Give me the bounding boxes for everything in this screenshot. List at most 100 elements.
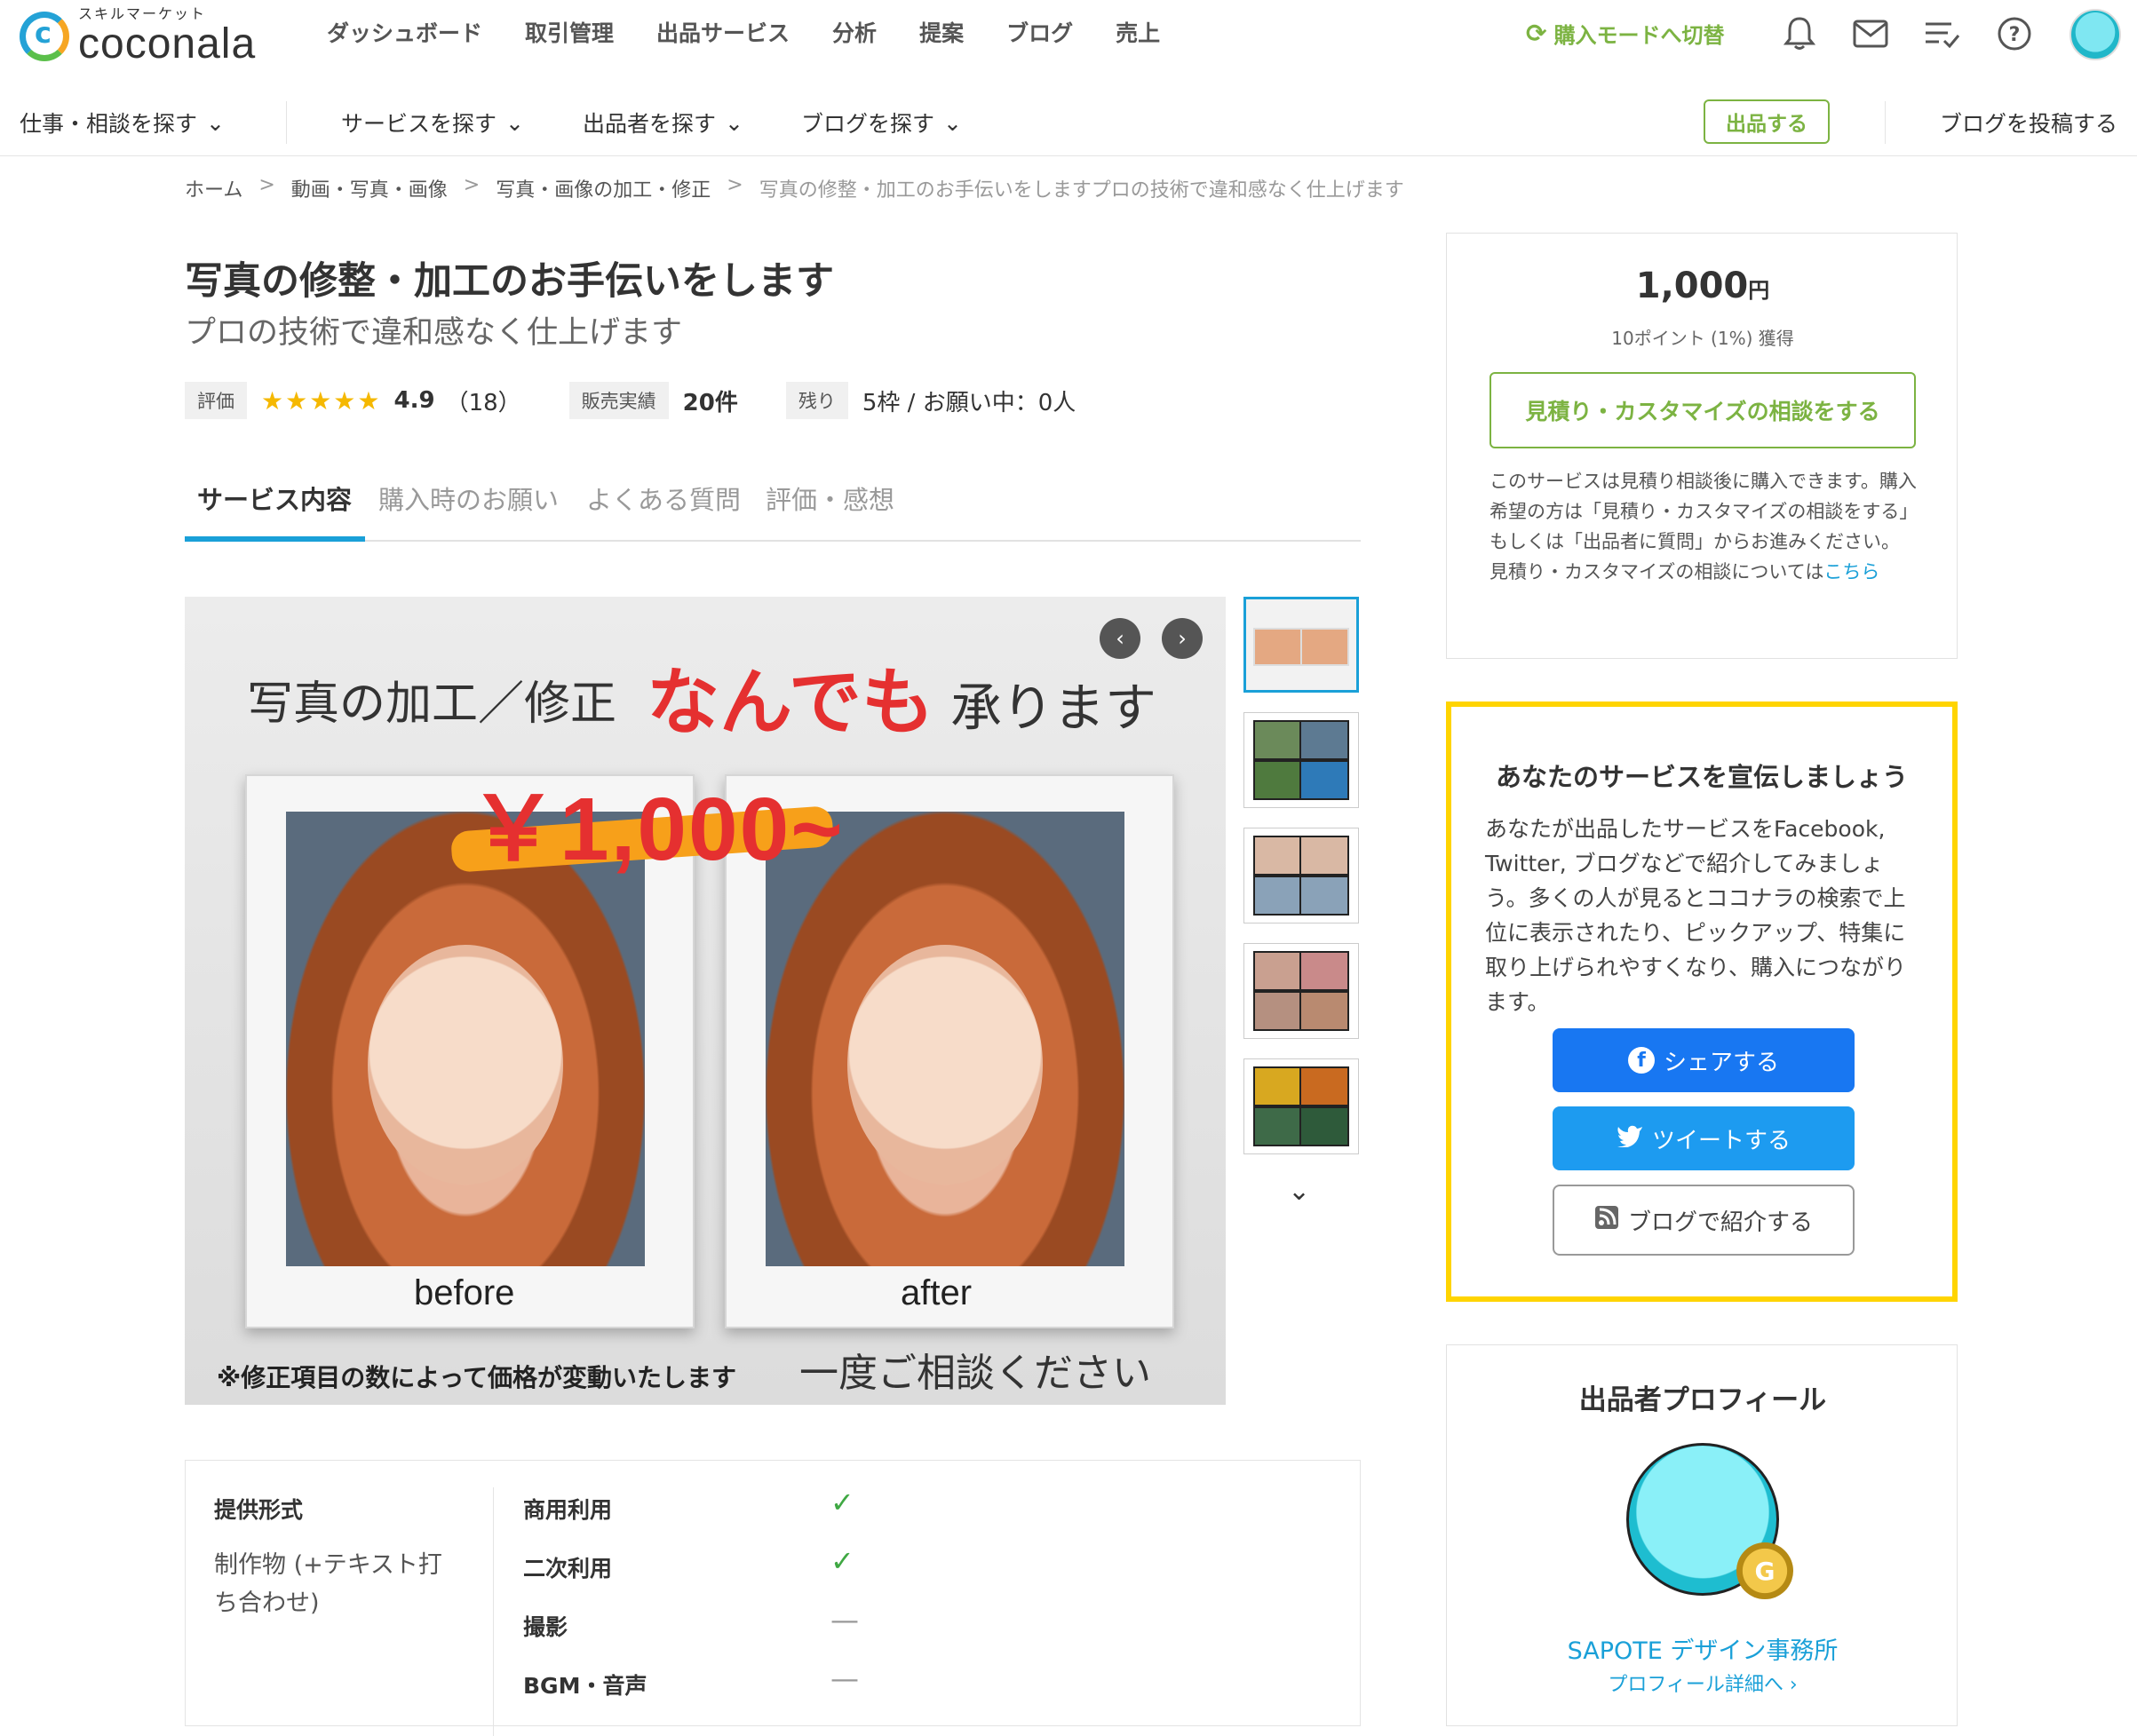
sub-nav: 仕事・相談を探す ⌄ サービスを探す ⌄ 出品者を探す ⌄ ブログを探す ⌄ 出…: [0, 89, 2137, 156]
after-label: after: [901, 1273, 973, 1312]
profile-detail-link[interactable]: プロフィール詳細へ ›: [1447, 1669, 1958, 1697]
nav-proposals[interactable]: 提案: [919, 16, 964, 48]
facebook-share-label: シェアする: [1663, 1049, 1779, 1076]
post-blog-link[interactable]: ブログを投稿する: [1940, 107, 2117, 139]
subnav-find-blogs-label: ブログを探す: [801, 111, 935, 137]
thumbnail-5[interactable]: [1243, 1058, 1359, 1154]
list-icon[interactable]: [1922, 14, 1961, 53]
nav-dashboard[interactable]: ダッシュボード: [327, 16, 482, 48]
promo-title: あなたのサービスを宣伝しましょう: [1495, 762, 1908, 792]
check-icon: ✓: [830, 1486, 854, 1519]
tweet-button[interactable]: ツイートする: [1553, 1106, 1855, 1170]
seller-profile-card: 出品者プロフィール G SAPOTE デザイン事務所 プロフィール詳細へ ›: [1446, 1344, 1958, 1726]
thumbnail-4[interactable]: [1243, 943, 1359, 1039]
main-nav: ダッシュボード 取引管理 出品サービス 分析 提案 ブログ 売上: [327, 16, 1203, 48]
nav-transactions[interactable]: 取引管理: [525, 16, 614, 48]
tab-reviews[interactable]: 評価・感想: [766, 480, 894, 517]
thumbnail-1[interactable]: [1243, 597, 1359, 693]
nav-sales[interactable]: 売上: [1116, 16, 1160, 48]
purchase-note-text: このサービスは見積り相談後に購入できます。購入希望の方は「見積り・カスタマイズの…: [1490, 471, 1919, 552]
post-service-button[interactable]: 出品する: [1704, 99, 1830, 144]
breadcrumb-category[interactable]: 動画・写真・画像: [291, 174, 448, 202]
next-image-button[interactable]: ›: [1162, 618, 1203, 659]
nav-blog[interactable]: ブログ: [1006, 16, 1073, 48]
subnav-find-services[interactable]: サービスを探す ⌄: [341, 107, 524, 139]
tab-faq[interactable]: よくある質問: [586, 480, 741, 517]
bell-icon[interactable]: [1780, 14, 1819, 53]
top-header: スキルマーケット coconala ダッシュボード 取引管理 出品サービス 分析…: [0, 0, 2137, 67]
breadcrumb: ホーム > 動画・写真・画像 > 写真・画像の加工・修正 > 写真の修整・加工の…: [185, 174, 1404, 202]
rating-count[interactable]: （18）: [446, 384, 521, 417]
user-avatar[interactable]: [2069, 9, 2121, 60]
mail-icon[interactable]: [1851, 14, 1890, 53]
rating-stars: ★★★★★: [261, 385, 382, 416]
help-icon[interactable]: ?: [1995, 14, 2034, 53]
tab-purchase-request[interactable]: 購入時のお願い: [378, 480, 559, 517]
subnav-find-work[interactable]: 仕事・相談を探す ⌄: [20, 107, 225, 139]
service-main-image[interactable]: 写真の加工／修正 なんでも 承ります before after ￥1,000~ …: [185, 597, 1226, 1405]
thumbnail-2[interactable]: [1243, 712, 1359, 808]
after-face: [847, 945, 1043, 1185]
feature-shooting-label: 撮影: [523, 1614, 568, 1640]
hero-heading: 写真の加工／修正: [247, 678, 617, 731]
nav-services[interactable]: 出品サービス: [656, 16, 790, 48]
tweet-label: ツイートする: [1651, 1127, 1791, 1154]
rss-icon: [1594, 1205, 1619, 1236]
svg-text:?: ?: [2009, 24, 2021, 46]
breadcrumb-current: 写真の修整・加工のお手伝いをしますプロの技術で違和感なく仕上げます: [759, 179, 1404, 202]
refresh-icon: ⟳: [1526, 19, 1547, 48]
service-metrics: 評価 ★★★★★ 4.9 （18） 販売実績 20件 残り 5枠 / お願い中：…: [185, 382, 1076, 419]
logo-text: coconala: [78, 20, 257, 67]
thumbnail-3[interactable]: [1243, 828, 1359, 923]
sales-value: 20件: [682, 389, 738, 416]
subnav-find-sellers-label: 出品者を探す: [583, 111, 717, 137]
logo-tagline: スキルマーケット: [78, 5, 207, 22]
prev-image-button[interactable]: ‹: [1100, 618, 1140, 659]
chevron-down-icon[interactable]: ⌄: [1288, 1176, 1310, 1207]
breadcrumb-separator: >: [463, 174, 481, 196]
subnav-find-services-label: サービスを探す: [341, 111, 497, 137]
coconala-logo[interactable]: スキルマーケット coconala: [20, 7, 256, 66]
hero-note: ※修正項目の数によって価格が変動いたします: [217, 1363, 736, 1392]
details-link[interactable]: こちら: [1823, 561, 1879, 583]
purchase-note: このサービスは見積り相談後に購入できます。購入希望の方は「見積り・カスタマイズの…: [1490, 466, 1925, 587]
hero-emphasis: なんでも: [647, 661, 934, 745]
quote-consult-button[interactable]: 見積り・カスタマイズの相談をする: [1490, 372, 1916, 448]
hero-price: ￥1,000~: [469, 780, 845, 879]
delivery-format-label: 提供形式: [214, 1497, 304, 1523]
remain-tag: 残り: [785, 382, 848, 419]
check-icon: ✓: [830, 1544, 854, 1578]
switch-mode-button[interactable]: ⟳ 購入モードへ切替: [1526, 18, 1724, 49]
dash-icon: —: [830, 1661, 859, 1695]
breadcrumb-home[interactable]: ホーム: [185, 174, 242, 202]
dash-icon: —: [830, 1603, 859, 1637]
breadcrumb-separator: >: [727, 174, 743, 196]
promo-card: あなたのサービスを宣伝しましょう あなたが出品したサービスをFacebook, …: [1446, 702, 1958, 1302]
features-divider: [493, 1487, 494, 1736]
subnav-find-sellers[interactable]: 出品者を探す ⌄: [583, 107, 743, 139]
subnav-find-blogs[interactable]: ブログを探す ⌄: [801, 107, 962, 139]
before-face: [368, 945, 563, 1185]
service-tabs: サービス内容 購入時のお願い よくある質問 評価・感想: [185, 471, 1361, 542]
price-unit: 円: [1748, 278, 1770, 303]
delivery-format-value: 制作物 (+テキスト打ち合わせ): [214, 1551, 442, 1617]
feature-bgm-label: BGM・音声: [523, 1673, 647, 1699]
page-subtitle: プロの技術で違和感なく仕上げます: [185, 315, 683, 351]
profile-detail-label: プロフィール詳細へ: [1608, 1674, 1783, 1696]
profile-title: 出品者プロフィール: [1578, 1384, 1827, 1416]
sales-tag: 販売実績: [568, 382, 669, 419]
blog-share-button[interactable]: ブログで紹介する: [1553, 1185, 1855, 1256]
feature-secondary-label: 二次利用: [523, 1556, 613, 1581]
seller-name[interactable]: SAPOTE デザイン事務所: [1447, 1631, 1958, 1666]
promo-text: あなたが出品したサービスをFacebook, Twitter, ブログなどで紹介…: [1485, 816, 1907, 1015]
tab-service-content[interactable]: サービス内容: [197, 480, 352, 517]
breadcrumb-subcategory[interactable]: 写真・画像の加工・修正: [496, 174, 711, 202]
nav-analytics[interactable]: 分析: [832, 16, 877, 48]
logo-mark-icon: [20, 12, 69, 61]
rating-value: 4.9: [393, 387, 435, 414]
facebook-share-button[interactable]: f シェアする: [1553, 1028, 1855, 1092]
price-value: 1,000: [1635, 266, 1749, 306]
chevron-down-icon: ⌄: [206, 109, 225, 136]
price-card: 1,000円 10ポイント (1%) 獲得 見積り・カスタマイズの相談をする こ…: [1446, 233, 1958, 659]
hero-heading-tail: 承ります: [950, 678, 1157, 738]
